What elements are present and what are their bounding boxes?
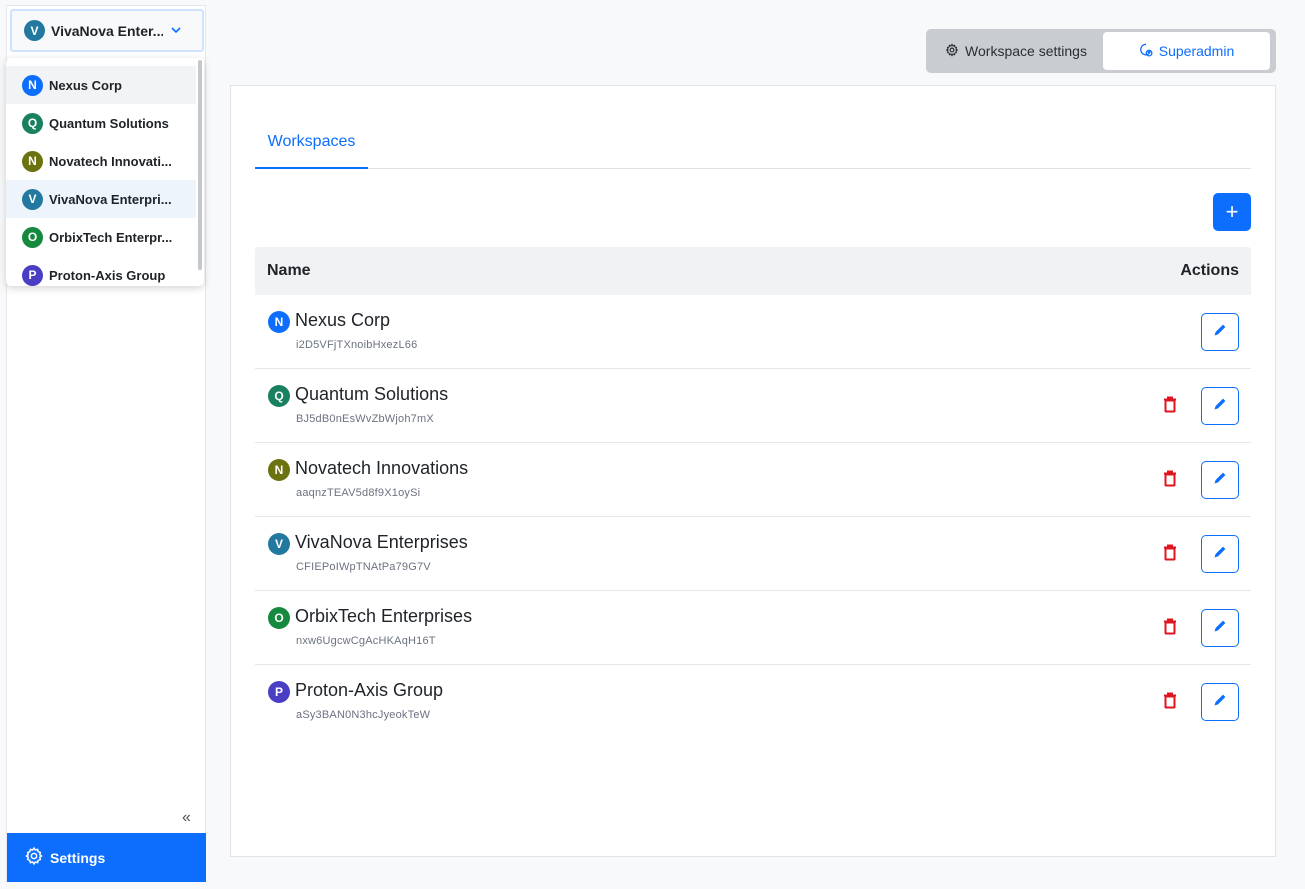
dropdown-item-label: Proton-Axis Group	[49, 267, 166, 283]
edit-button[interactable]	[1201, 461, 1239, 499]
table-row: N Nexus Corp i2D5VFjTXnoibHxezL66	[255, 295, 1251, 369]
workspace-id: nxw6UgcwCgAcHKAqH16T	[296, 635, 436, 647]
dropdown-item[interactable]: Q Quantum Solutions	[6, 104, 196, 142]
workspace-id: aaqnzTEAV5d8f9X1oySi	[296, 487, 421, 499]
workspace-name: Quantum Solutions	[295, 384, 449, 404]
trash-icon	[1163, 470, 1177, 492]
column-header-actions: Actions	[1180, 262, 1239, 279]
workspace-avatar: O	[268, 607, 290, 629]
workspace-settings-label: Workspace settings	[965, 43, 1087, 59]
workspace-dropdown: N Nexus Corp Q Quantum Solutions N Novatech I…	[6, 58, 204, 286]
dropdown-item[interactable]: P Proton-Axis Group	[6, 256, 196, 286]
add-workspace-button[interactable]: +	[1213, 193, 1251, 231]
table-header: Name Actions	[255, 247, 1251, 295]
workspace-name: Nexus Corp	[295, 310, 391, 330]
delete-button[interactable]	[1160, 692, 1180, 714]
admin-user-icon	[1139, 43, 1153, 60]
workspace-avatar: N	[268, 459, 290, 481]
dropdown-item-label: Quantum Solutions	[49, 115, 169, 131]
superadmin-button[interactable]: Superadmin	[1103, 32, 1270, 70]
workspace-avatar: N	[22, 74, 43, 96]
delete-button[interactable]	[1160, 618, 1180, 640]
trash-icon	[1163, 396, 1177, 418]
workspace-avatar: Q	[268, 385, 290, 407]
workspace-name: Novatech Innovations	[295, 458, 469, 478]
tab-workspaces[interactable]: Workspaces	[255, 116, 368, 169]
workspace-avatar: V	[24, 20, 45, 41]
workspace-settings-button[interactable]: Workspace settings	[929, 32, 1103, 70]
workspaces-card: Workspaces + Name Actions N Nexus Corp i2D…	[230, 85, 1276, 857]
dropdown-item[interactable]: V VivaNova Enterpri...	[6, 180, 196, 218]
gear-icon	[945, 42, 959, 60]
table-body: N Nexus Corp i2D5VFjTXnoibHxezL66 Q Quantum …	[255, 295, 1251, 739]
table-row: O OrbixTech Enterprises nxw6UgcwCgAcHKAqH1…	[255, 591, 1251, 665]
superadmin-label: Superadmin	[1158, 43, 1235, 59]
dropdown-item-label: VivaNova Enterpri...	[49, 191, 172, 207]
pencil-icon	[1212, 692, 1228, 713]
chevron-down-icon	[171, 25, 181, 37]
dropdown-item[interactable]: N Nexus Corp	[6, 66, 196, 104]
pencil-icon	[1212, 470, 1228, 491]
workspace-id: aSy3BAN0N3hcJyeokTeW	[296, 709, 431, 721]
dropdown-item-label: Nexus Corp	[49, 77, 122, 93]
workspace-avatar: V	[22, 188, 43, 210]
workspace-avatar: P	[22, 264, 43, 286]
workspace-selector[interactable]: V VivaNova Enter...	[10, 9, 204, 52]
workspace-name: VivaNova Enterprises	[295, 532, 468, 552]
trash-icon	[1163, 692, 1177, 714]
mode-toggle: Workspace settings Superadmin	[926, 29, 1276, 73]
delete-button[interactable]	[1160, 470, 1180, 492]
plus-icon: +	[1225, 199, 1239, 224]
table-row: N Novatech Innovations aaqnzTEAV5d8f9X1oyS…	[255, 443, 1251, 517]
trash-icon	[1163, 544, 1177, 566]
workspace-avatar: P	[268, 681, 290, 703]
delete-button[interactable]	[1160, 396, 1180, 418]
dropdown-item[interactable]: O OrbixTech Enterpr...	[6, 218, 196, 256]
workspace-avatar: N	[22, 150, 43, 172]
workspace-id: CFIEPoIWpTNAtPa79G7V	[296, 561, 431, 573]
workspaces-table: Name Actions N Nexus Corp i2D5VFjTXnoibHxe…	[255, 247, 1251, 739]
workspace-name: OrbixTech Enterprises	[295, 606, 473, 626]
workspace-selector-label: VivaNova Enter...	[51, 22, 163, 39]
tab-bar: Workspaces	[255, 116, 1251, 169]
settings-label: Settings	[50, 849, 106, 866]
workspace-id: BJ5dB0nEsWvZbWjoh7mX	[296, 413, 434, 425]
gear-icon	[24, 846, 44, 869]
dropdown-item[interactable]: N Novatech Innovati...	[6, 142, 196, 180]
workspace-avatar: O	[22, 226, 43, 248]
workspace-avatar: N	[268, 311, 290, 333]
edit-button[interactable]	[1201, 535, 1239, 573]
collapse-sidebar-button[interactable]: «	[182, 809, 191, 827]
column-header-name: Name	[267, 262, 311, 279]
pencil-icon	[1212, 544, 1228, 565]
workspace-id: i2D5VFjTXnoibHxezL66	[296, 339, 418, 351]
trash-icon	[1163, 618, 1177, 640]
table-row: P Proton-Axis Group aSy3BAN0N3hcJyeokTeW	[255, 665, 1251, 739]
pencil-icon	[1212, 618, 1228, 639]
dropdown-item-label: OrbixTech Enterpr...	[49, 229, 173, 245]
edit-button[interactable]	[1201, 387, 1239, 425]
edit-button[interactable]	[1201, 683, 1239, 721]
workspace-avatar: Q	[22, 112, 43, 134]
pencil-icon	[1212, 396, 1228, 417]
dropdown-item-label: Novatech Innovati...	[49, 153, 172, 169]
workspace-name: Proton-Axis Group	[295, 680, 444, 700]
delete-button[interactable]	[1160, 544, 1180, 566]
edit-button[interactable]	[1201, 313, 1239, 351]
table-row: Q Quantum Solutions BJ5dB0nEsWvZbWjoh7mX	[255, 369, 1251, 443]
settings-button[interactable]: Settings	[7, 833, 206, 882]
dropdown-scrollbar[interactable]	[198, 60, 202, 270]
workspace-avatar: V	[268, 533, 290, 555]
pencil-icon	[1212, 322, 1228, 343]
table-row: V VivaNova Enterprises CFIEPoIWpTNAtPa79G7…	[255, 517, 1251, 591]
edit-button[interactable]	[1201, 609, 1239, 647]
